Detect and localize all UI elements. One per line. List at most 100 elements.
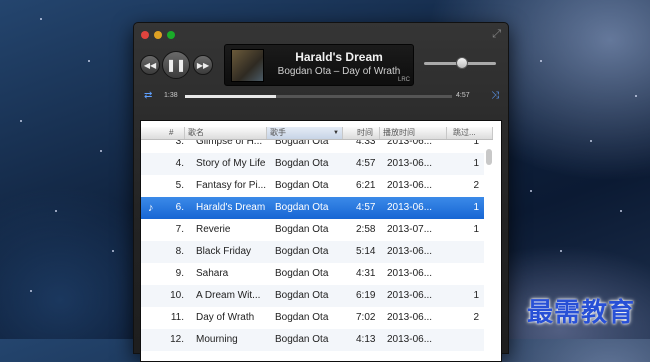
track-name: Fantasy for Pi... xyxy=(196,180,267,191)
track-duration: 4:31 xyxy=(356,268,376,279)
star xyxy=(560,250,562,252)
track-skip-count: 2 xyxy=(473,180,479,191)
track-play-date: 2013-07... xyxy=(387,224,433,235)
star xyxy=(590,140,592,142)
star xyxy=(620,210,622,212)
fullscreen-icon[interactable]: ⤢ xyxy=(492,28,501,41)
watermark-text: 最需教育 xyxy=(527,298,636,328)
table-row[interactable]: 12. Mourning Bogdan Ota 4:13 2013-06... xyxy=(141,329,484,351)
track-duration: 4:57 xyxy=(356,202,376,213)
repeat-icon[interactable]: ⇄ xyxy=(144,90,152,101)
table-row[interactable]: 8. Black Friday Bogdan Ota 5:14 2013-06... xyxy=(141,241,484,263)
column-header-number[interactable]: # xyxy=(157,127,185,139)
table-row-selected[interactable]: ♪ 6. Harald's Dream Bogdan Ota 4:57 2013-06..… xyxy=(141,197,484,219)
track-duration: 6:21 xyxy=(356,180,376,191)
track-artist: Bogdan Ota xyxy=(275,224,329,235)
track-play-date: 2013-06... xyxy=(387,246,433,257)
table-row[interactable]: 4. Story of My Life Bogdan Ota 4:57 2013-06.… xyxy=(141,153,484,175)
track-number: 12. xyxy=(170,334,184,345)
track-play-date: 2013-06... xyxy=(387,140,433,147)
table-row[interactable]: 3. Glimpse of H... Bogdan Ota 4:33 2013-06..… xyxy=(141,140,484,153)
star xyxy=(635,95,637,97)
table-row[interactable]: 9. Sahara Bogdan Ota 4:31 2013-06... xyxy=(141,263,484,285)
column-header-time[interactable]: 时间 xyxy=(343,127,380,139)
table-row[interactable]: 10. A Dream Wit... Bogdan Ota 6:19 2013-06..… xyxy=(141,285,484,307)
table-row[interactable]: 5. Fantasy for Pi... Bogdan Ota 6:21 2013-06… xyxy=(141,175,484,197)
track-play-date: 2013-06... xyxy=(387,290,433,301)
track-name: Harald's Dream xyxy=(196,202,266,213)
shuffle-icon[interactable]: ⤨ xyxy=(491,90,499,101)
track-artist-album: Bogdan Ota – Day of Wrath xyxy=(277,66,401,77)
track-duration: 7:02 xyxy=(356,312,376,323)
fast-forward-icon: ▶▶ xyxy=(196,60,210,70)
track-name: Glimpse of H... xyxy=(196,140,263,147)
track-number: 8. xyxy=(175,246,184,257)
star xyxy=(40,18,42,20)
table-body: 3. Glimpse of H... Bogdan Ota 4:33 2013-06..… xyxy=(141,140,484,361)
track-artist: Bogdan Ota xyxy=(275,202,329,213)
track-duration: 6:19 xyxy=(356,290,376,301)
column-header-skips[interactable]: 跳过... xyxy=(447,127,493,139)
star xyxy=(112,250,114,252)
track-name: Mourning xyxy=(196,334,238,345)
track-duration: 2:58 xyxy=(356,224,376,235)
track-number: 3. xyxy=(175,140,184,147)
track-skip-count: 1 xyxy=(473,224,479,235)
minimize-window-button[interactable] xyxy=(154,31,162,39)
star xyxy=(30,290,32,292)
track-duration: 4:13 xyxy=(356,334,376,345)
star xyxy=(530,190,532,192)
now-playing-note-icon: ♪ xyxy=(148,202,154,214)
track-number: 9. xyxy=(175,268,184,279)
album-artwork xyxy=(231,49,264,82)
column-header-artist[interactable]: 歌手 ▼ xyxy=(267,127,343,139)
track-duration: 4:33 xyxy=(356,140,376,147)
track-name: Day of Wrath xyxy=(196,312,255,323)
track-play-date: 2013-06... xyxy=(387,268,433,279)
vertical-scrollbar[interactable] xyxy=(486,149,492,165)
table-row[interactable]: 7. Reverie Bogdan Ota 2:58 2013-07... 1 xyxy=(141,219,484,241)
track-duration: 5:14 xyxy=(356,246,376,257)
track-name: Sahara xyxy=(196,268,229,279)
track-number: 5. xyxy=(175,180,184,191)
column-header-name[interactable]: 歌名 xyxy=(185,127,267,139)
zoom-window-button[interactable] xyxy=(167,31,175,39)
rewind-icon: ◀◀ xyxy=(143,60,157,70)
remaining-time: 4:57 xyxy=(456,92,470,99)
track-name: Story of My Life xyxy=(196,158,266,169)
column-header-artist-label: 歌手 xyxy=(270,128,286,137)
track-number: 10. xyxy=(170,290,184,301)
track-skip-count: 1 xyxy=(473,140,479,147)
star xyxy=(88,60,90,62)
elapsed-time: 1:38 xyxy=(164,92,178,99)
track-number: 11. xyxy=(170,312,184,323)
track-skip-count: 1 xyxy=(473,158,479,169)
star xyxy=(540,60,542,62)
track-name: A Dream Wit... xyxy=(196,290,261,301)
track-number: 7. xyxy=(175,224,184,235)
star xyxy=(55,210,57,212)
track-artist: Bogdan Ota xyxy=(275,246,329,257)
previous-track-button[interactable]: ◀◀ xyxy=(140,55,160,75)
now-playing-display: Harald's Dream Bogdan Ota – Day of Wrath… xyxy=(224,44,414,86)
track-play-date: 2013-06... xyxy=(387,180,433,191)
close-window-button[interactable] xyxy=(141,31,149,39)
column-header-play-date[interactable]: 播放时间 xyxy=(380,127,447,139)
track-artist: Bogdan Ota xyxy=(275,140,329,147)
star xyxy=(100,150,102,152)
volume-slider-knob[interactable] xyxy=(456,57,468,69)
track-skip-count: 2 xyxy=(473,312,479,323)
track-duration: 4:57 xyxy=(356,158,376,169)
track-name: Reverie xyxy=(196,224,231,235)
track-name: Black Friday xyxy=(196,246,252,257)
track-number: 6. xyxy=(175,202,184,213)
next-track-button[interactable]: ▶▶ xyxy=(193,55,213,75)
table-row[interactable]: 11. Day of Wrath Bogdan Ota 7:02 2013-06... 2 xyxy=(141,307,484,329)
track-number: 4. xyxy=(175,158,184,169)
track-play-date: 2013-06... xyxy=(387,312,433,323)
play-pause-button[interactable]: ❚❚ xyxy=(162,51,190,79)
track-play-date: 2013-06... xyxy=(387,334,433,345)
progress-bar[interactable] xyxy=(185,95,452,98)
star xyxy=(20,120,22,122)
track-title: Harald's Dream xyxy=(295,50,383,64)
